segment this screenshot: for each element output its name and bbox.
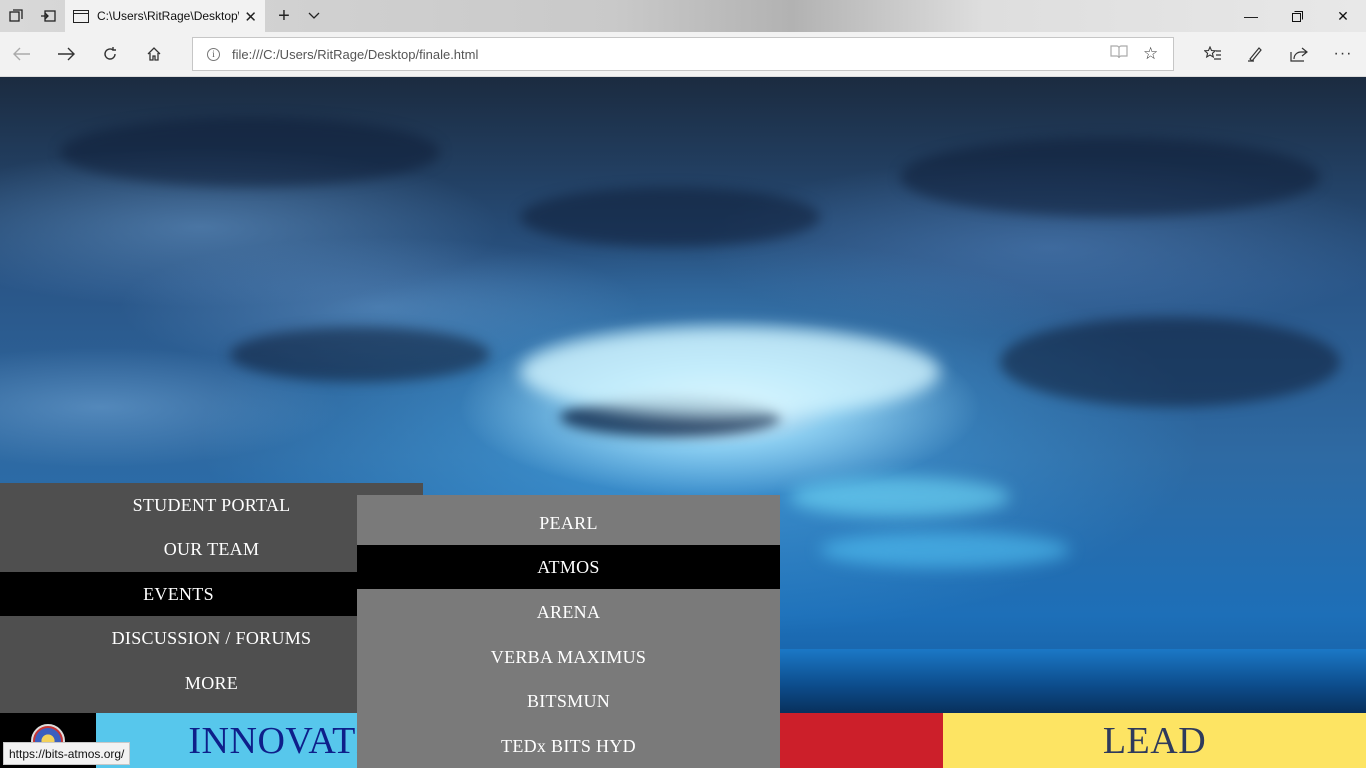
tab-title: C:\Users\RitRage\Desktop\finale.html bbox=[97, 9, 239, 23]
minimize-icon[interactable]: — bbox=[1228, 0, 1274, 32]
submenu-item-tedx-bits-hyd[interactable]: TEDx BITS HYD bbox=[357, 724, 780, 768]
menu-item-events[interactable]: EVENTS bbox=[0, 572, 357, 616]
submenu-item-bitsmun[interactable]: BITSMUN bbox=[357, 679, 780, 723]
submenu-item-atmos[interactable]: ATMOS bbox=[357, 545, 780, 589]
set-aside-tabs-icon[interactable] bbox=[32, 0, 64, 32]
share-icon[interactable] bbox=[1282, 38, 1316, 70]
more-icon[interactable]: ··· bbox=[1326, 38, 1360, 70]
events-submenu: PEARL ATMOS ARENA VERBA MAXIMUS BITSMUN … bbox=[357, 495, 780, 768]
pen-notes-icon[interactable] bbox=[1239, 38, 1273, 70]
new-tab-icon[interactable]: + bbox=[268, 0, 300, 32]
close-window-icon[interactable]: ✕ bbox=[1320, 0, 1366, 32]
status-url-tooltip: https://bits-atmos.org/ bbox=[3, 742, 131, 765]
reading-view-icon[interactable] bbox=[1110, 44, 1128, 65]
submenu-item-verba-maximus[interactable]: VERBA MAXIMUS bbox=[357, 635, 780, 679]
submenu-item-pearl[interactable]: PEARL bbox=[357, 501, 780, 545]
navigation-bar: i file:///C:/Users/RitRage/Desktop/final… bbox=[0, 32, 1366, 77]
restore-icon[interactable] bbox=[1274, 0, 1320, 32]
favorites-hub-icon[interactable] bbox=[1196, 38, 1230, 70]
home-icon[interactable] bbox=[137, 38, 171, 70]
back-arrow-icon[interactable] bbox=[5, 38, 39, 70]
tab-preview-chevron-icon[interactable] bbox=[298, 0, 330, 32]
forward-arrow-icon[interactable] bbox=[49, 38, 83, 70]
page-icon bbox=[73, 9, 89, 23]
page-content: INNOVATE INSPIRE LEAD STUDENT PORTAL OUR… bbox=[0, 77, 1366, 768]
lead-tile: LEAD bbox=[943, 713, 1366, 768]
site-info-icon[interactable]: i bbox=[207, 47, 220, 61]
favorite-star-icon[interactable]: ☆ bbox=[1143, 44, 1158, 64]
refresh-icon[interactable] bbox=[93, 38, 127, 70]
address-bar[interactable]: i file:///C:/Users/RitRage/Desktop/final… bbox=[192, 37, 1174, 71]
title-bar: C:\Users\RitRage\Desktop\finale.html ✕ +… bbox=[0, 0, 1366, 32]
close-tab-icon[interactable]: ✕ bbox=[244, 8, 257, 26]
active-tab[interactable]: C:\Users\RitRage\Desktop\finale.html ✕ bbox=[65, 0, 265, 32]
tab-sets-icon[interactable] bbox=[0, 0, 32, 32]
address-text: file:///C:/Users/RitRage/Desktop/finale.… bbox=[232, 46, 479, 62]
submenu-item-arena[interactable]: ARENA bbox=[357, 590, 780, 634]
